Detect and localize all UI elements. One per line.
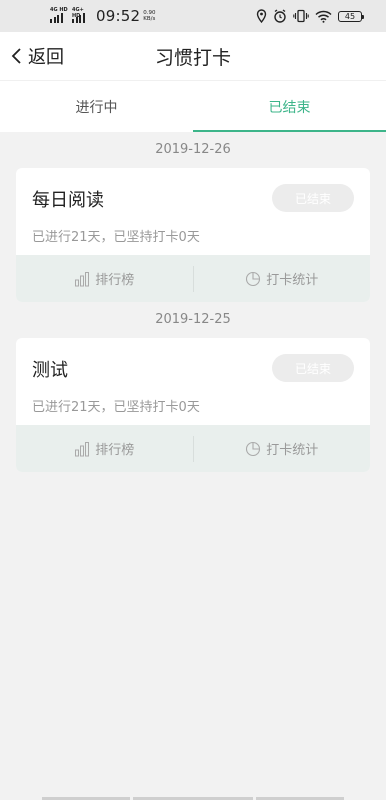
ranking-label: 排行榜: [95, 273, 135, 288]
checkin-stats-button[interactable]: 打卡统计: [194, 439, 371, 458]
speed-unit: KB/s: [143, 16, 156, 22]
tab-in-progress[interactable]: 进行中: [0, 81, 193, 132]
signal-group: 4G HD 4G+ HD: [50, 7, 90, 24]
ranking-button[interactable]: 排行榜: [16, 269, 193, 288]
battery-icon: 45: [338, 10, 364, 22]
checkin-stats-label: 打卡统计: [266, 273, 319, 288]
bar-chart-icon: [75, 271, 90, 286]
habit-card[interactable]: 测试 已进行21天，已坚持打卡0天 已结束 排行榜 打卡统计: [16, 338, 370, 472]
checkin-stats-button[interactable]: 打卡统计: [194, 269, 371, 288]
location-icon: [256, 9, 267, 23]
signal-icon-2: 4G+ HD: [72, 7, 90, 24]
habit-summary: 已进行21天，已坚持打卡0天: [32, 230, 200, 245]
pie-chart-icon: [246, 441, 261, 456]
checkin-stats-label: 打卡统计: [266, 443, 319, 458]
nav-bar: 返回 习惯打卡: [0, 32, 386, 80]
habit-card[interactable]: 每日阅读 已进行21天，已坚持打卡0天 已结束 排行榜 打卡统计: [16, 168, 370, 302]
habit-card-actions: 排行榜 打卡统计: [16, 255, 370, 302]
habit-card-actions: 排行榜 打卡统计: [16, 425, 370, 472]
page-title: 习惯打卡: [154, 46, 231, 69]
pie-chart-icon: [246, 271, 261, 286]
network-speed: 0.90 KB/s: [143, 10, 155, 22]
habit-card-body: 每日阅读 已进行21天，已坚持打卡0天 已结束: [16, 168, 370, 255]
tab-ended[interactable]: 已结束: [193, 81, 386, 132]
bar-chart-icon: [75, 441, 90, 456]
ranking-button[interactable]: 排行榜: [16, 439, 193, 458]
tab-bar: 进行中 已结束: [0, 80, 386, 132]
signal-icon-1: 4G HD: [50, 7, 68, 24]
date-label: 2019-12-25: [155, 312, 231, 327]
clock: 09:52: [96, 7, 141, 25]
wifi-icon: [315, 10, 332, 23]
date-label: 2019-12-26: [155, 142, 231, 157]
status-badge: 已结束: [272, 184, 354, 212]
status-bar: 4G HD 4G+ HD 09:52 0.90 KB/s 45: [0, 0, 386, 32]
status-icons: 45: [256, 9, 364, 23]
status-badge: 已结束: [272, 354, 354, 382]
habit-summary: 已进行21天，已坚持打卡0天: [32, 400, 200, 415]
ranking-label: 排行榜: [95, 443, 135, 458]
alarm-icon: [274, 9, 286, 23]
vibrate-icon: [293, 9, 309, 23]
habit-card-body: 测试 已进行21天，已坚持打卡0天 已结束: [16, 338, 370, 425]
